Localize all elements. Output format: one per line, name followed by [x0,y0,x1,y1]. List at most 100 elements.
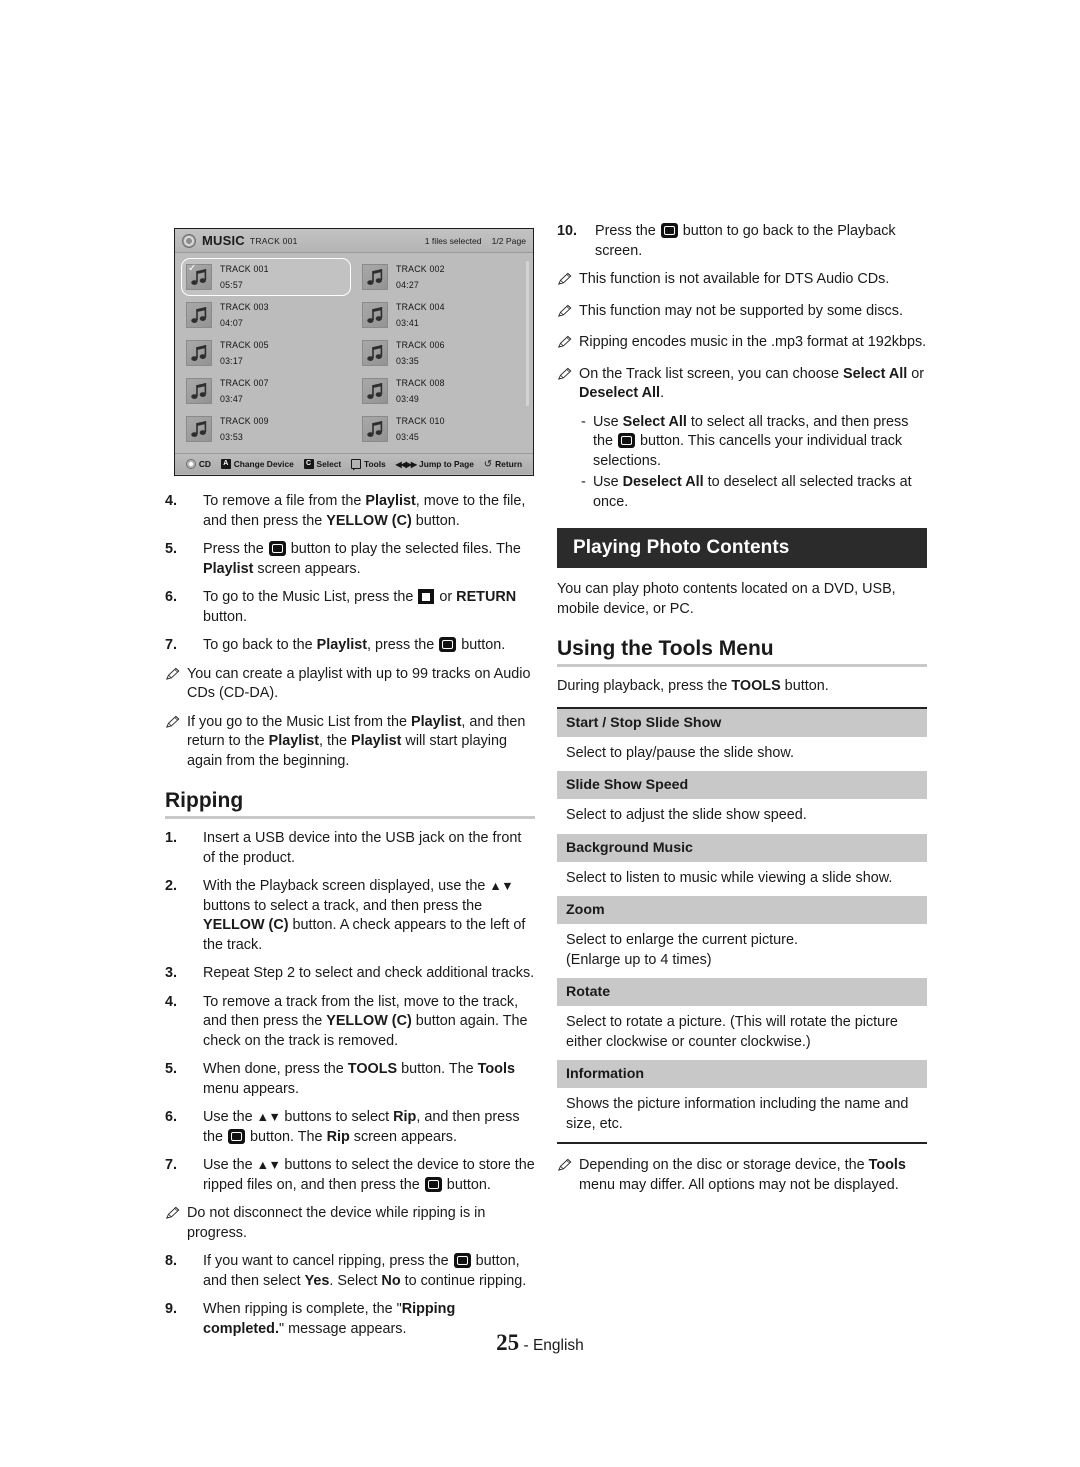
note-item: Depending on the disc or storage device,… [557,1156,927,1195]
note-text: Ripping encodes music in the .mp3 format… [579,334,927,350]
enter-button-icon [228,1128,246,1144]
track-name: TRACK 003 [220,302,269,312]
pencil-icon [557,272,572,285]
music-note-thumbnail [186,416,212,442]
track-name: TRACK 007 [220,378,269,388]
track-list-item[interactable]: TRACK 005 03:17 [181,334,351,372]
track-list-item[interactable]: TRACK 009 03:53 [181,410,351,448]
note-text: This function may not be supported by so… [579,302,903,319]
track-list-item[interactable]: TRACK 010 03:45 [357,410,527,448]
track-list-item[interactable]: ✓ TRACK 001 05:57 [181,258,351,296]
screenshot-footer-item[interactable]: A Change Device [220,459,294,469]
instruction-step: 1. Insert a USB device into the USB jack … [165,829,535,868]
note-item: Ripping encodes music in the .mp3 format… [557,333,927,356]
playlist-notes: You can create a playlist with up to 99 … [165,665,535,772]
tools-option-title[interactable]: Rotate [557,978,927,1006]
photo-contents-heading: Playing Photo Contents [557,528,927,568]
track-list-item[interactable]: TRACK 007 03:47 [181,372,351,410]
step-text: Press the button to play the selected fi… [203,541,521,577]
screenshot-footer-item[interactable]: ↺ Return [484,459,522,470]
instruction-step: 4. To remove a file from the Playlist, mo… [165,492,535,531]
track-name: TRACK 001 [220,264,269,274]
track-list-item[interactable]: TRACK 006 03:35 [357,334,527,372]
screenshot-footer-item[interactable]: C Select [303,459,342,469]
right-column: 10. Press the button to go back to the Pl… [557,222,927,1204]
screenshot-footer-item[interactable]: Tools [350,459,386,469]
step-text: If you want to cancel ripping, press the… [203,1253,527,1289]
enter-button-icon [618,433,636,448]
track-duration: 03:35 [396,356,420,366]
music-note-icon [367,383,383,399]
note-text: On the Track list screen, you can choose… [579,365,925,402]
instruction-step: 6. To go to the Music List, press the or … [165,588,535,627]
footer-item-label: Select [316,459,342,469]
screenshot-subtitle: TRACK 001 [249,235,298,246]
tools-option-title[interactable]: Zoom [557,896,927,924]
track-duration: 03:45 [396,432,420,442]
instruction-step: 2. With the Playback screen displayed, us… [165,877,535,955]
track-list-item[interactable]: TRACK 008 03:49 [357,372,527,410]
enter-button-icon [660,223,678,238]
music-note-icon [191,421,207,437]
pencil-icon [557,304,572,317]
music-note-icon [191,345,207,361]
disc-icon [182,233,196,248]
tools-option-title[interactable]: Start / Stop Slide Show [557,708,927,737]
track-list-item[interactable]: TRACK 003 04:07 [181,296,351,334]
tools-option-description: Select to play/pause the slide show. [566,744,794,761]
track-duration: 03:53 [220,432,244,442]
note-item: You can create a playlist with up to 99 … [165,665,535,704]
instruction-step: 5. When done, press the TOOLS button. The… [165,1060,535,1099]
step-text: To remove a track from the list, move to… [203,993,528,1049]
page-footer: 25 - English [0,1330,1080,1356]
tools-icon [350,459,361,469]
instruction-step: 10. Press the button to go back to the Pl… [557,222,927,261]
page-indicator: 1/2 Page [491,235,526,246]
instruction-step: 5. Press the button to play the selected … [165,540,535,579]
tools-menu-heading-rule [557,664,927,667]
screenshot-footer-item[interactable]: ◀◀▶▶ Jump to Page [395,459,474,469]
step-number: 7. [165,1157,178,1173]
sub-note-item: - Use Deselect All to deselect all select… [581,473,927,512]
track-list-item[interactable]: TRACK 002 04:27 [357,258,527,296]
step-number: 5. [165,541,178,557]
track-name: TRACK 004 [396,302,445,312]
music-note-icon [367,421,383,437]
note-pencil-icon [165,1204,187,1243]
track-name: TRACK 005 [220,340,269,350]
ripping-heading-rule [165,816,535,819]
c-button-icon: C [303,459,314,469]
footer-item-label: Tools [363,459,386,469]
music-note-icon [191,307,207,323]
music-note-thumbnail [362,302,388,328]
step-number: 10. [557,223,578,239]
tools-option-title[interactable]: Slide Show Speed [557,771,927,799]
sub-note-item: - Use Select All to select all tracks, an… [581,413,927,472]
track-list-item[interactable]: TRACK 004 03:41 [357,296,527,334]
tools-option-title[interactable]: Information [557,1060,927,1088]
scrollbar[interactable] [526,261,529,406]
tools-final-note: Depending on the disc or storage device,… [557,1156,927,1195]
step-text: Use the ▲▼ buttons to select Rip, and th… [203,1109,520,1145]
sub-note-text: Use Select All to select all tracks, and… [593,413,909,469]
note-pencil-icon [557,365,579,404]
ripping-note: Do not disconnect the device while rippi… [165,1204,535,1243]
step-text: Insert a USB device into the USB jack on… [203,830,522,866]
ripping-right-notes: This function is not available for DTS A… [557,270,927,404]
track-duration: 03:49 [396,394,420,404]
note-pencil-icon [165,665,187,704]
screenshot-footer-item[interactable]: CD [185,459,211,469]
step-text: When done, press the TOOLS button. The T… [203,1061,515,1097]
a-button-icon: A [220,459,231,469]
track-duration: 03:41 [396,318,420,328]
note-text: This function is not available for DTS A… [579,271,890,287]
enter-button-icon [268,541,286,556]
tools-option-title[interactable]: Background Music [557,833,927,862]
instruction-step: 7. Use the ▲▼ buttons to select the devic… [165,1156,535,1195]
photo-contents-intro: You can play photo contents located on a… [557,581,896,617]
note-text: Depending on the disc or storage device,… [579,1157,906,1193]
updown-arrows-icon: ▲▼ [256,1110,281,1124]
note-text: If you go to the Music List from the Pla… [187,713,526,769]
step-number: 1. [165,830,178,846]
tools-option-description: Select to listen to music while viewing … [566,869,893,886]
